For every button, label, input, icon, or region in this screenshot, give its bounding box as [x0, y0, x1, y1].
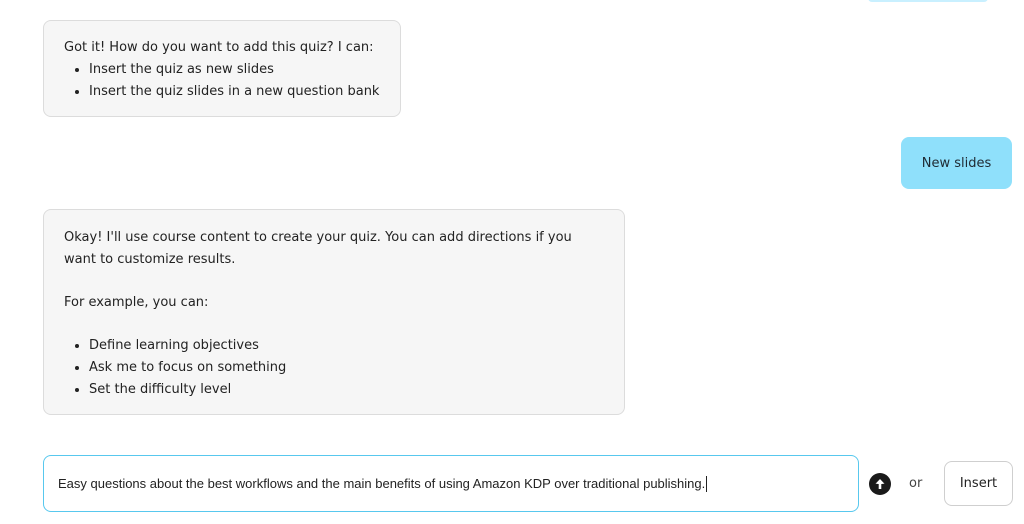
message-input-text: Easy questions about the best workflows … — [58, 476, 706, 491]
insert-button[interactable]: Insert — [944, 461, 1013, 506]
text-caret — [706, 475, 708, 492]
list-item: Define learning objectives — [89, 335, 604, 357]
assistant-message: Got it! How do you want to add this quiz… — [43, 20, 401, 117]
chat-panel: Got it! How do you want to add this quiz… — [0, 0, 1024, 524]
message-intro: Got it! How do you want to add this quiz… — [64, 40, 374, 55]
user-message: New slides — [901, 137, 1012, 189]
message-example-intro: For example, you can: — [64, 295, 209, 310]
previous-user-message-edge — [868, 0, 988, 2]
example-list: Define learning objectives Ask me to foc… — [64, 335, 604, 401]
list-item: Set the difficulty level — [89, 379, 604, 401]
message-paragraph: Okay! I'll use course content to create … — [64, 230, 572, 267]
or-label: or — [909, 476, 923, 491]
assistant-message: Okay! I'll use course content to create … — [43, 209, 625, 415]
arrow-up-circle-icon — [875, 479, 885, 489]
send-button[interactable] — [869, 473, 891, 495]
option-list: Insert the quiz as new slides Insert the… — [64, 59, 380, 103]
list-item: Insert the quiz slides in a new question… — [89, 81, 380, 103]
list-item: Insert the quiz as new slides — [89, 59, 380, 81]
user-message-text: New slides — [921, 155, 992, 171]
message-input[interactable]: Easy questions about the best workflows … — [43, 455, 859, 512]
list-item: Ask me to focus on something — [89, 357, 604, 379]
